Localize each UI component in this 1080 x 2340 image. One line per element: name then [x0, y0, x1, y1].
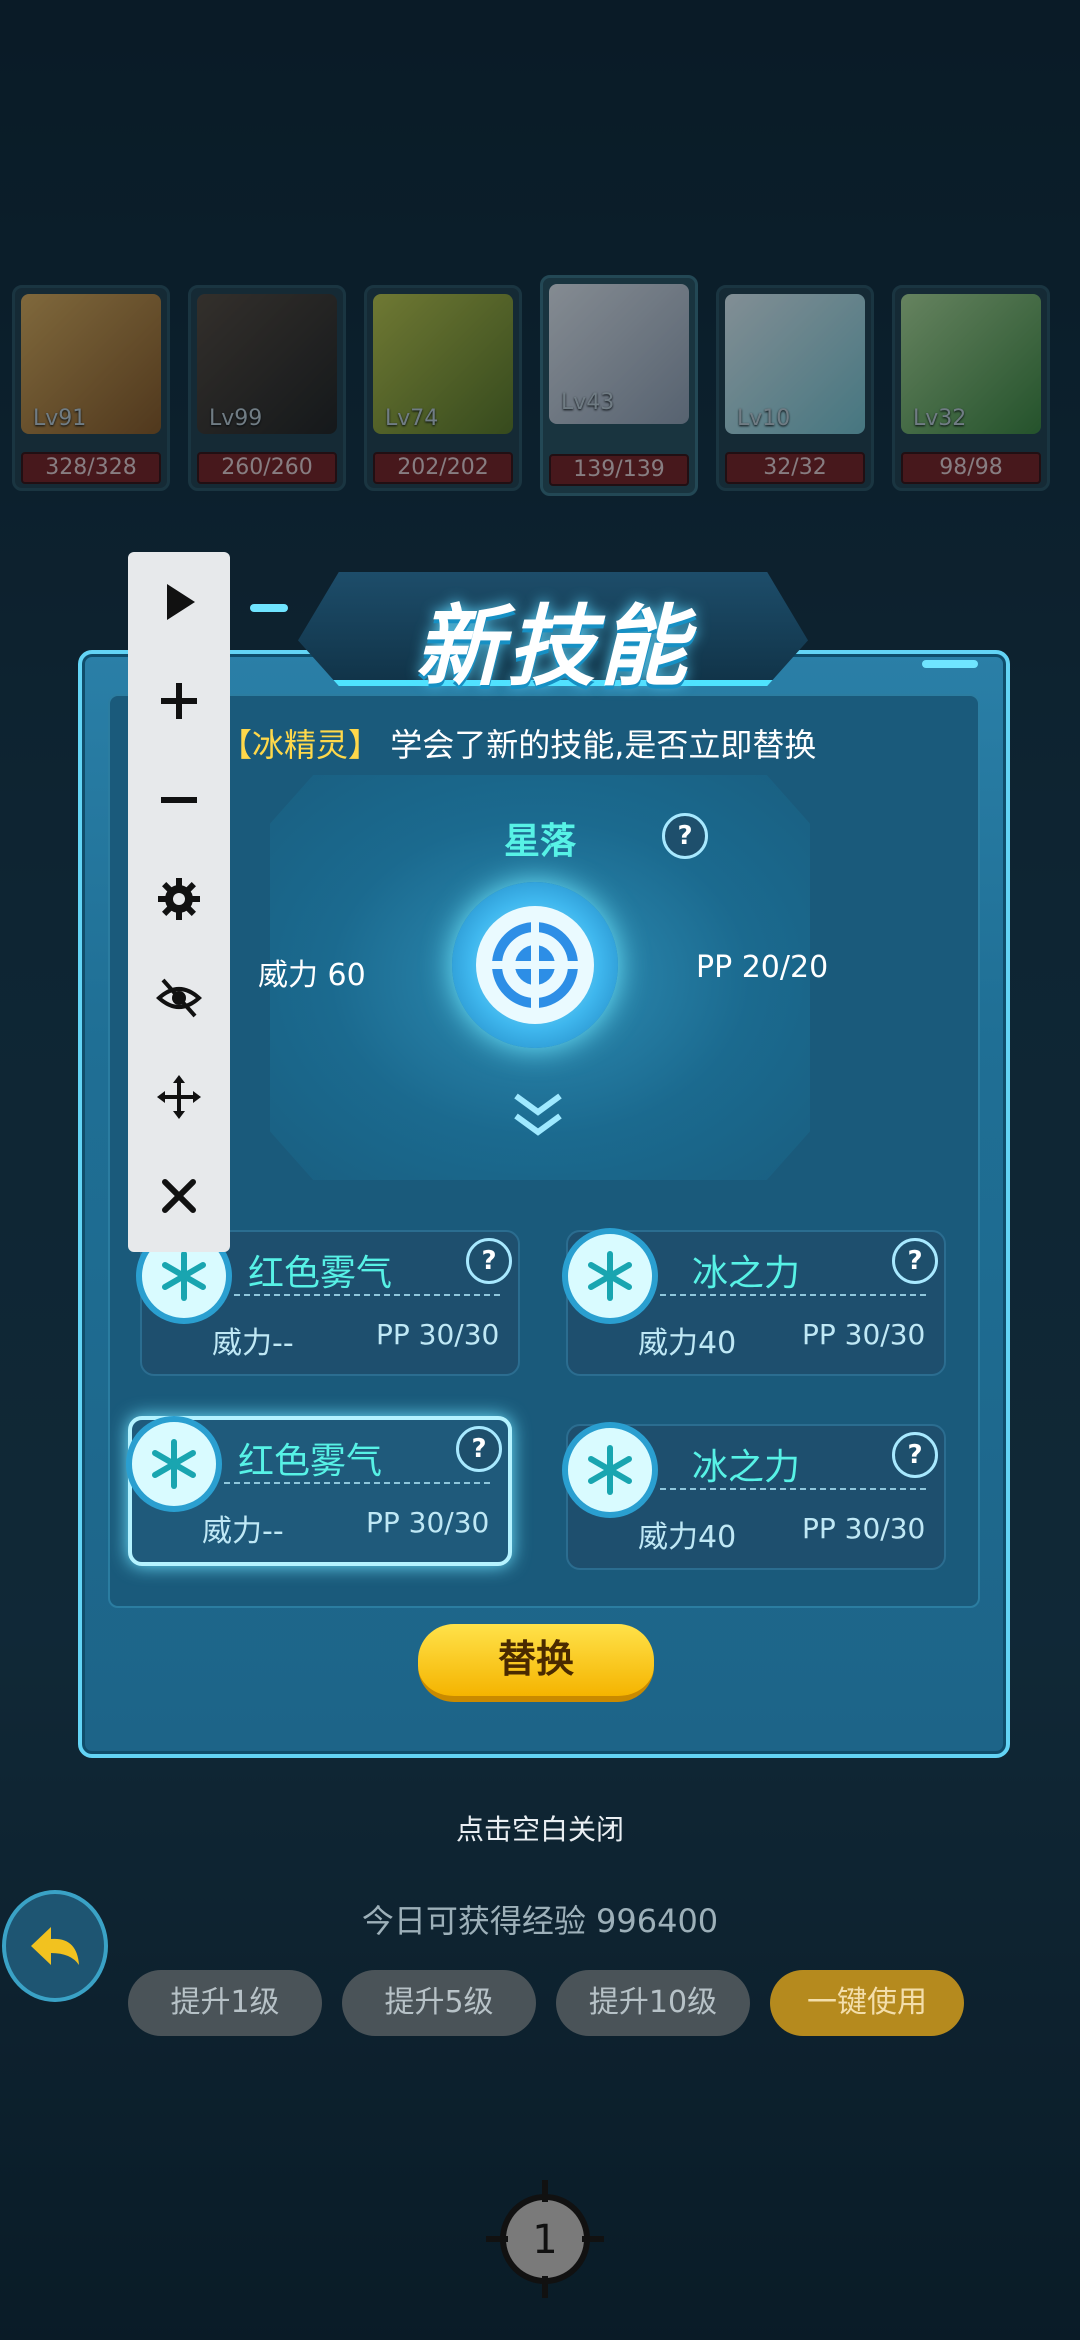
- floating-toolbar: [128, 552, 230, 1252]
- tap-blank-to-close: 点击空白关闭: [455, 1813, 624, 1846]
- chevron-down-icon: [514, 1093, 562, 1136]
- pet-hp: 202/202: [373, 452, 513, 484]
- skill-card-selected[interactable]: 红色雾气 ? 威力-- PP 30/30: [126, 1416, 512, 1566]
- close-icon[interactable]: [128, 1146, 230, 1245]
- pet-card[interactable]: Lv74 202/202: [364, 285, 522, 491]
- deco-line: [922, 660, 978, 668]
- skill-name: 红色雾气: [237, 1441, 382, 1482]
- new-skill-power: 威力 60: [258, 958, 366, 993]
- plus-icon[interactable]: [128, 651, 230, 750]
- prompt-text: 学会了新的技能,是否立即替换: [390, 726, 817, 764]
- divider: [234, 1294, 500, 1296]
- skill-pp: PP 30/30: [366, 1506, 490, 1539]
- replace-prompt: 【冰精灵】 学会了新的技能,是否立即替换: [220, 720, 816, 766]
- pet-level: Lv43: [561, 390, 615, 415]
- pet-name: 【冰精灵】: [220, 726, 381, 764]
- replace-button[interactable]: 替换: [418, 1624, 654, 1702]
- back-arrow-icon: [31, 1927, 79, 1965]
- new-skill-pp: PP 20/20: [696, 950, 829, 985]
- skill-help-button[interactable]: ?: [892, 1432, 938, 1478]
- deco-line: [250, 604, 288, 612]
- play-icon[interactable]: [128, 552, 230, 651]
- divider: [224, 1482, 490, 1484]
- skill-help-button[interactable]: ?: [466, 1238, 512, 1284]
- gear-icon[interactable]: [128, 849, 230, 948]
- skill-card[interactable]: 冰之力 ? 威力40 PP 30/30: [562, 1422, 946, 1570]
- daily-exp-text: 今日可获得经验 996400: [361, 1902, 719, 1940]
- pet-level: Lv10: [737, 406, 791, 431]
- skill-power: 威力40: [638, 1520, 737, 1555]
- eye-off-icon[interactable]: [128, 948, 230, 1047]
- move-icon[interactable]: [128, 1047, 230, 1146]
- pet-card[interactable]: Lv99 260/260: [188, 285, 346, 491]
- target-icon: [476, 906, 594, 1024]
- pet-hp: 139/139: [549, 454, 689, 486]
- level-up-10-button[interactable]: 提升10级: [556, 1970, 750, 2036]
- skill-power: 威力40: [638, 1326, 737, 1361]
- skill-help-button[interactable]: ?: [456, 1426, 502, 1472]
- skill-power: 威力--: [212, 1326, 294, 1361]
- pet-card-selected[interactable]: Lv43 139/139: [540, 275, 698, 496]
- dialog-title-banner: 新技能: [298, 562, 808, 698]
- crosshair-label: 1: [532, 2217, 557, 2263]
- new-skill-help-button[interactable]: ?: [662, 813, 708, 859]
- pet-hp: 260/260: [197, 452, 337, 484]
- pet-card[interactable]: Lv10 32/32: [716, 285, 874, 491]
- divider: [660, 1294, 926, 1296]
- pet-level: Lv32: [913, 406, 967, 431]
- skill-card[interactable]: 冰之力 ? 威力40 PP 30/30: [562, 1228, 946, 1376]
- pet-level: Lv99: [209, 406, 263, 431]
- crosshair-icon: 1: [486, 2180, 604, 2298]
- skill-name: 冰之力: [691, 1447, 800, 1488]
- pet-hp: 98/98: [901, 452, 1041, 484]
- skill-power: 威力--: [202, 1514, 284, 1549]
- one-click-use-button[interactable]: 一键使用: [770, 1970, 964, 2036]
- pet-card[interactable]: Lv32 98/98: [892, 285, 1050, 491]
- pet-hp: 32/32: [725, 452, 865, 484]
- skill-help-button[interactable]: ?: [892, 1238, 938, 1284]
- pet-level: Lv74: [385, 406, 439, 431]
- level-up-5-button[interactable]: 提升5级: [342, 1970, 536, 2036]
- new-skill-orb: [452, 882, 618, 1048]
- back-button[interactable]: [2, 1890, 108, 2002]
- pet-card[interactable]: Lv91 328/328: [12, 285, 170, 491]
- skill-pp: PP 30/30: [376, 1318, 500, 1351]
- level-up-1-button[interactable]: 提升1级: [128, 1970, 322, 2036]
- skill-name: 冰之力: [691, 1253, 800, 1294]
- pet-roster: Lv91 328/328 Lv99 260/260 Lv74 202/202 L…: [12, 275, 1068, 496]
- pet-level: Lv91: [33, 406, 87, 431]
- minus-icon[interactable]: [128, 750, 230, 849]
- dialog-title: 新技能: [414, 595, 691, 698]
- skill-pp: PP 30/30: [802, 1512, 926, 1545]
- skill-pp: PP 30/30: [802, 1318, 926, 1351]
- divider: [660, 1488, 926, 1490]
- pet-hp: 328/328: [21, 452, 161, 484]
